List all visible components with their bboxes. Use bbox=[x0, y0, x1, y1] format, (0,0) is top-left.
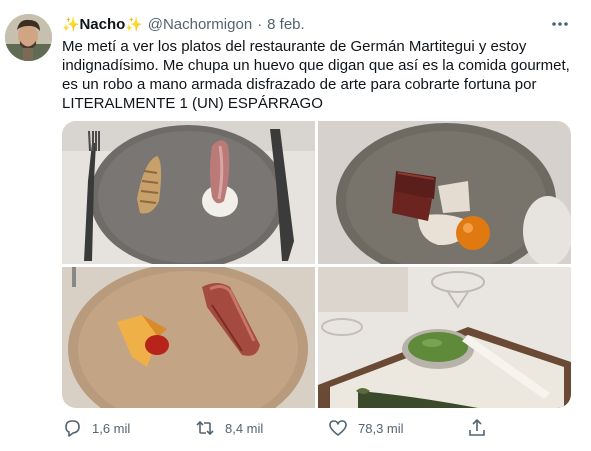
tweet-actions: 1,6 mil 8,4 mil 78,3 mil bbox=[62, 416, 492, 440]
like-button[interactable]: 78,3 mil bbox=[328, 416, 404, 440]
display-name[interactable]: Nacho bbox=[79, 16, 125, 33]
retweet-icon bbox=[195, 418, 215, 438]
tweet-text: Me metí a ver los platos del restaurante… bbox=[62, 37, 582, 113]
share-button[interactable] bbox=[467, 416, 497, 440]
tweet-text-line: indignadísimo. Me chupa un huevo que dig… bbox=[62, 57, 570, 74]
tweet[interactable]: ✨ Nacho ✨ @Nachormigon · 8 feb. Me metí … bbox=[0, 0, 591, 451]
dish-photo-3[interactable] bbox=[62, 267, 315, 408]
heart-icon bbox=[328, 418, 348, 438]
sparkles-emoji: ✨ bbox=[125, 15, 143, 32]
dish-photo-2[interactable] bbox=[318, 121, 571, 264]
like-count: 78,3 mil bbox=[358, 420, 404, 436]
reply-button[interactable]: 1,6 mil bbox=[62, 416, 130, 440]
tweet-date[interactable]: 8 feb. bbox=[267, 16, 305, 33]
tweet-text-line: es un robo a mano armada disfrazado de a… bbox=[62, 76, 537, 93]
separator: · bbox=[257, 15, 263, 33]
retweet-button[interactable]: 8,4 mil bbox=[195, 416, 263, 440]
dish-photo-4[interactable] bbox=[318, 267, 571, 408]
media-grid bbox=[62, 121, 571, 408]
sparkles-emoji: ✨ bbox=[62, 15, 80, 32]
user-handle[interactable]: @Nachormigon bbox=[148, 16, 252, 33]
dish-photo-1[interactable] bbox=[62, 121, 315, 264]
avatar[interactable] bbox=[5, 14, 52, 61]
share-icon bbox=[467, 418, 487, 438]
reply-icon bbox=[62, 418, 82, 438]
reply-count: 1,6 mil bbox=[92, 420, 131, 436]
tweet-text-line: Me metí a ver los platos del restaurante… bbox=[62, 38, 527, 55]
tweet-header: ✨ Nacho ✨ @Nachormigon · 8 feb. bbox=[62, 14, 305, 34]
retweet-count: 8,4 mil bbox=[225, 420, 264, 436]
more-dots-icon[interactable] bbox=[549, 14, 571, 34]
tweet-text-line: LITERALMENTE 1 (UN) ESPÁRRAGO bbox=[62, 95, 323, 112]
